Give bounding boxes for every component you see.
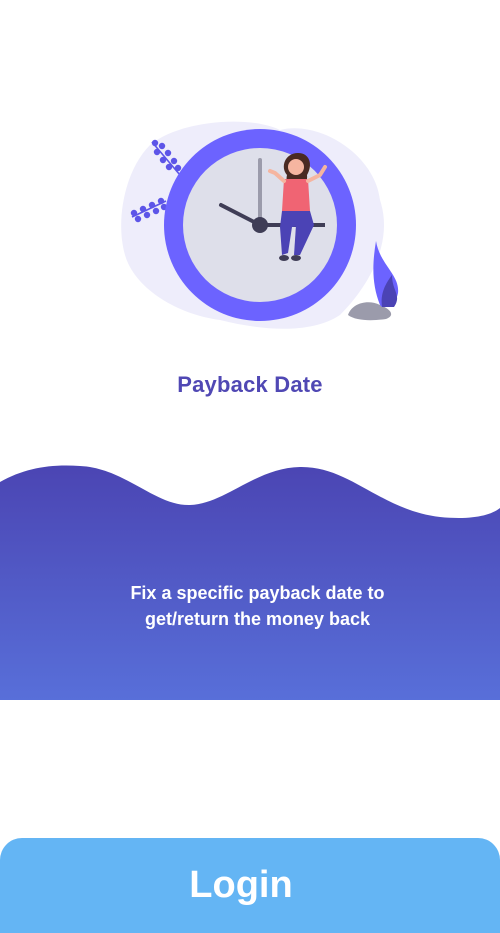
clock-woman-illustration: [110, 115, 410, 335]
onboarding-screen: Payback Date Fix a specific payback date…: [0, 0, 500, 933]
description-text: Fix a specific payback date to get/retur…: [130, 583, 385, 629]
page-title: Payback Date: [177, 372, 323, 397]
login-button[interactable]: Login: [0, 838, 500, 933]
